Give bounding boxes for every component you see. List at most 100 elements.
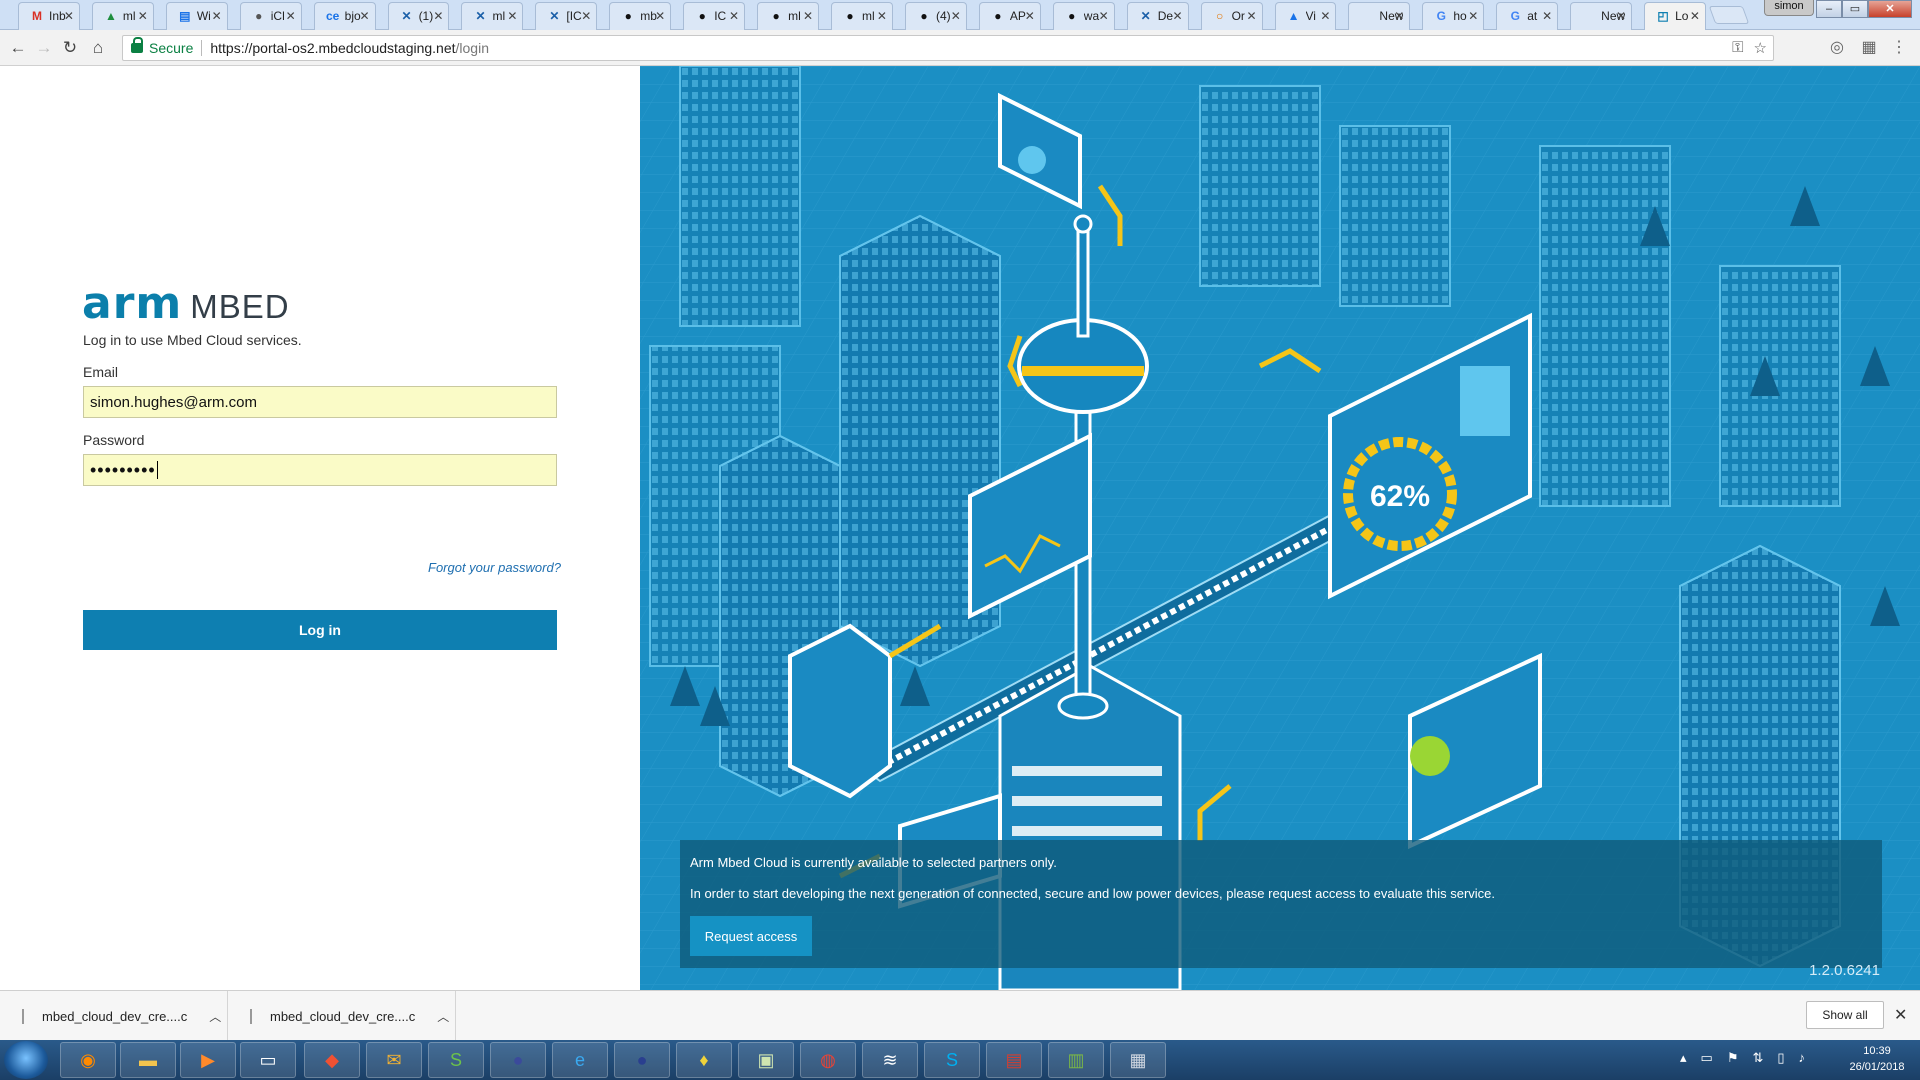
browser-tab[interactable]: Gho ✕: [1416, 2, 1490, 30]
address-bar[interactable]: Secure https://portal-os2.mbedcloudstagi…: [122, 35, 1774, 61]
browser-tab[interactable]: New T✕: [1342, 2, 1416, 30]
tab-close-icon[interactable]: ✕: [359, 9, 369, 23]
tray-monitor-icon[interactable]: ▭: [1701, 1050, 1713, 1066]
secure-label[interactable]: Secure: [149, 40, 193, 56]
close-download-bar-icon[interactable]: ✕: [1894, 1005, 1907, 1025]
eclipse-icon[interactable]: ●: [490, 1042, 546, 1078]
close-window-button[interactable]: ✕: [1868, 0, 1912, 18]
tab-close-icon[interactable]: ✕: [212, 9, 222, 23]
browser-tab[interactable]: ○ Or ✕: [1195, 2, 1269, 30]
tray-expand-icon[interactable]: ▴: [1680, 1050, 1687, 1066]
tab-close-icon[interactable]: ✕: [1246, 9, 1256, 23]
menu-dots-icon[interactable]: ⋮: [1888, 37, 1910, 59]
tab-close-icon[interactable]: ✕: [64, 9, 74, 23]
browser-tab[interactable]: ▲ Vi ✕: [1269, 2, 1343, 30]
chart-app-icon[interactable]: ▥: [1048, 1042, 1104, 1078]
browser-tab[interactable]: ✕ (1) ✕: [382, 2, 456, 30]
browser-tab[interactable]: ▲ ml ✕: [86, 2, 160, 30]
browser-tab[interactable]: ✕ [IC ✕: [529, 2, 603, 30]
taskbar-clock[interactable]: 10:39 26/01/2018: [1842, 1043, 1912, 1075]
app-s-icon[interactable]: S: [428, 1042, 484, 1078]
tab-close-icon[interactable]: ✕: [1025, 9, 1035, 23]
browser-tab[interactable]: ◰ Lo ✕: [1638, 2, 1712, 30]
lock-icon[interactable]: [131, 37, 143, 53]
tab-close-icon[interactable]: ✕: [433, 9, 443, 23]
browser-tab[interactable]: ● (4) ✕: [899, 2, 973, 30]
firefox-icon[interactable]: ◉: [60, 1042, 116, 1078]
browser-tab[interactable]: ce bjo ✕: [308, 2, 382, 30]
python-icon[interactable]: ♦: [676, 1042, 732, 1078]
browser-tab[interactable]: New T✕: [1564, 2, 1638, 30]
maximize-button[interactable]: ▭: [1842, 0, 1868, 18]
tab-close-icon[interactable]: ✕: [803, 9, 813, 23]
tab-close-icon[interactable]: ✕: [507, 9, 517, 23]
internet-explorer-icon[interactable]: e: [552, 1042, 608, 1078]
tab-close-icon[interactable]: ✕: [138, 9, 148, 23]
tab-close-icon[interactable]: ✕: [1690, 9, 1700, 23]
browser-tab[interactable]: ● iCl ✕: [234, 2, 308, 30]
forgot-password-link[interactable]: Forgot your password?: [428, 560, 561, 575]
browser-tab[interactable]: ▤ Wi ✕: [160, 2, 234, 30]
browser-tab[interactable]: ✕ De ✕: [1121, 2, 1195, 30]
url-path[interactable]: /login: [456, 40, 489, 56]
chevron-up-icon[interactable]: ︿: [437, 1008, 449, 1025]
login-button[interactable]: Log in: [83, 610, 557, 650]
chrome-icon[interactable]: ◍: [800, 1042, 856, 1078]
tab-close-icon[interactable]: ✕: [1616, 9, 1626, 23]
reload-icon[interactable]: ↻: [60, 38, 80, 58]
browser-tab[interactable]: ✕ ml ✕: [455, 2, 529, 30]
remote-desktop-icon[interactable]: ▦: [1110, 1042, 1166, 1078]
calendar-icon[interactable]: ▤: [986, 1042, 1042, 1078]
tab-close-icon[interactable]: ✕: [581, 9, 591, 23]
tab-close-icon[interactable]: ✕: [655, 9, 665, 23]
tab-close-icon[interactable]: ✕: [1173, 9, 1183, 23]
browser-tab[interactable]: ● mb ✕: [603, 2, 677, 30]
tab-close-icon[interactable]: ✕: [286, 9, 296, 23]
forward-arrow-icon[interactable]: →: [34, 38, 54, 58]
app-wave-icon[interactable]: ≋: [862, 1042, 918, 1078]
tab-close-icon[interactable]: ✕: [1394, 9, 1404, 23]
git-icon[interactable]: ◆: [304, 1042, 360, 1078]
browser-tab[interactable]: ● wa ✕: [1047, 2, 1121, 30]
extension-icon[interactable]: ◎: [1826, 37, 1848, 59]
cmd-icon[interactable]: ▣: [738, 1042, 794, 1078]
media-player-icon[interactable]: ▶: [180, 1042, 236, 1078]
browser-tab[interactable]: ● ml ✕: [751, 2, 825, 30]
minimize-button[interactable]: –: [1816, 0, 1842, 18]
browser-tab[interactable]: ● AP ✕: [973, 2, 1047, 30]
key-icon[interactable]: ⚿: [1732, 39, 1743, 57]
download-item[interactable]: mbed_cloud_dev_cre....c ︿: [0, 991, 228, 1041]
tab-close-icon[interactable]: ✕: [1320, 9, 1330, 23]
eclipse-2-icon[interactable]: ●: [614, 1042, 670, 1078]
bookmark-star-icon[interactable]: ☆: [1754, 39, 1767, 57]
back-arrow-icon[interactable]: ←: [8, 38, 28, 58]
terminal-icon[interactable]: ▭: [240, 1042, 296, 1078]
email-field[interactable]: simon.hughes@arm.com: [83, 386, 557, 418]
chevron-up-icon[interactable]: ︿: [209, 1008, 221, 1025]
extension-box-icon[interactable]: ▦: [1858, 37, 1880, 59]
password-field[interactable]: •••••••••: [83, 454, 557, 486]
tray-flag-icon[interactable]: ⚑: [1727, 1050, 1739, 1066]
home-icon[interactable]: ⌂: [88, 38, 108, 58]
skype-icon[interactable]: S: [924, 1042, 980, 1078]
browser-tab[interactable]: M Inb ✕: [12, 2, 86, 30]
tab-close-icon[interactable]: ✕: [729, 9, 739, 23]
new-tab-button[interactable]: [1708, 6, 1750, 24]
browser-tab[interactable]: ● ml ✕: [825, 2, 899, 30]
start-button[interactable]: [4, 1041, 48, 1079]
file-explorer-icon[interactable]: ▬: [120, 1042, 176, 1078]
tray-battery-icon[interactable]: ▯: [1777, 1050, 1784, 1066]
request-access-button[interactable]: Request access: [690, 916, 812, 956]
tab-close-icon[interactable]: ✕: [1099, 9, 1109, 23]
browser-tab[interactable]: Gat ✕: [1490, 2, 1564, 30]
outlook-icon[interactable]: ✉: [366, 1042, 422, 1078]
url-host[interactable]: https://portal-os2.mbedcloudstaging.net: [210, 40, 455, 56]
tray-volume-icon[interactable]: ♪: [1799, 1050, 1806, 1066]
browser-tab[interactable]: ● IC ✕: [677, 2, 751, 30]
profile-button[interactable]: simon: [1764, 0, 1814, 16]
tab-close-icon[interactable]: ✕: [1542, 9, 1552, 23]
tray-network-icon[interactable]: ⇅: [1752, 1050, 1763, 1066]
show-all-downloads-button[interactable]: Show all: [1806, 1001, 1884, 1029]
tab-close-icon[interactable]: ✕: [1468, 9, 1478, 23]
download-item[interactable]: mbed_cloud_dev_cre....c ︿: [228, 991, 456, 1041]
